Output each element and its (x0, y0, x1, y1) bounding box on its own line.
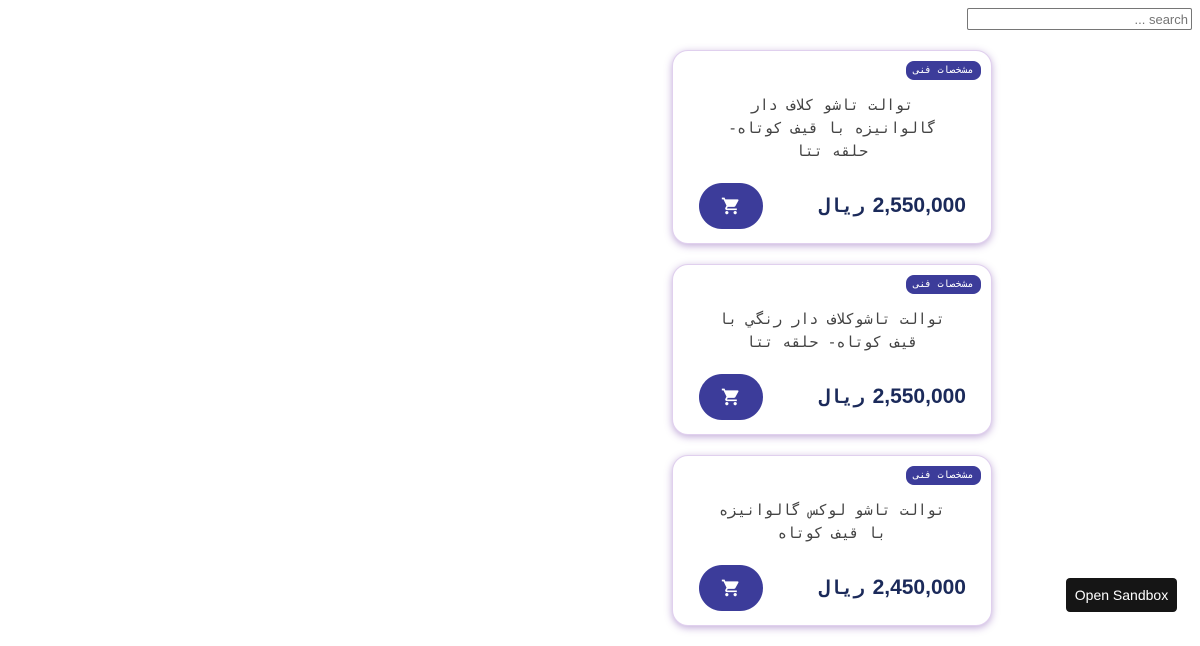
product-footer: ریال 2,550,000 (683, 183, 981, 229)
specs-badge[interactable]: مشخصات فنی (906, 275, 981, 294)
product-title: توالت تاشو لوکس گالوانیزه با قیف کوتاه (719, 501, 945, 542)
shopping-cart-icon (721, 388, 739, 406)
product-title: توالت تاشو کلاف دار گالوانیزه با قیف کوت… (728, 96, 936, 160)
price-amount: 2,550,000 (872, 385, 966, 408)
price-currency: ریال (818, 386, 865, 408)
price-currency: ریال (818, 577, 865, 599)
product-price: ریال 2,450,000 (819, 576, 966, 600)
product-footer: ریال 2,450,000 (683, 565, 981, 611)
shopping-cart-icon (721, 197, 739, 215)
product-footer: ریال 2,550,000 (683, 374, 981, 420)
price-amount: 2,450,000 (872, 576, 966, 599)
add-to-cart-button[interactable] (699, 183, 763, 229)
product-price: ریال 2,550,000 (819, 385, 966, 409)
product-list: مشخصات فنی توالت تاشو کلاف دار گالوانیزه… (672, 50, 992, 646)
product-card: مشخصات فنی توالت تاشوکلاف دار رنگي با قی… (672, 264, 992, 435)
price-amount: 2,550,000 (872, 194, 966, 217)
product-price: ریال 2,550,000 (819, 194, 966, 218)
shopping-cart-icon (721, 579, 739, 597)
product-card: مشخصات فنی توالت تاشو کلاف دار گالوانیزه… (672, 50, 992, 244)
product-card: مشخصات فنی توالت تاشو لوکس گالوانیزه با … (672, 455, 992, 626)
specs-badge[interactable]: مشخصات فنی (906, 61, 981, 80)
search-container (967, 8, 1192, 30)
price-currency: ریال (818, 195, 865, 217)
add-to-cart-button[interactable] (699, 374, 763, 420)
open-sandbox-button[interactable]: Open Sandbox (1066, 578, 1177, 612)
add-to-cart-button[interactable] (699, 565, 763, 611)
product-title: توالت تاشوکلاف دار رنگي با قیف کوتاه- حل… (719, 310, 945, 351)
search-input[interactable] (967, 8, 1192, 30)
specs-badge[interactable]: مشخصات فنی (906, 466, 981, 485)
